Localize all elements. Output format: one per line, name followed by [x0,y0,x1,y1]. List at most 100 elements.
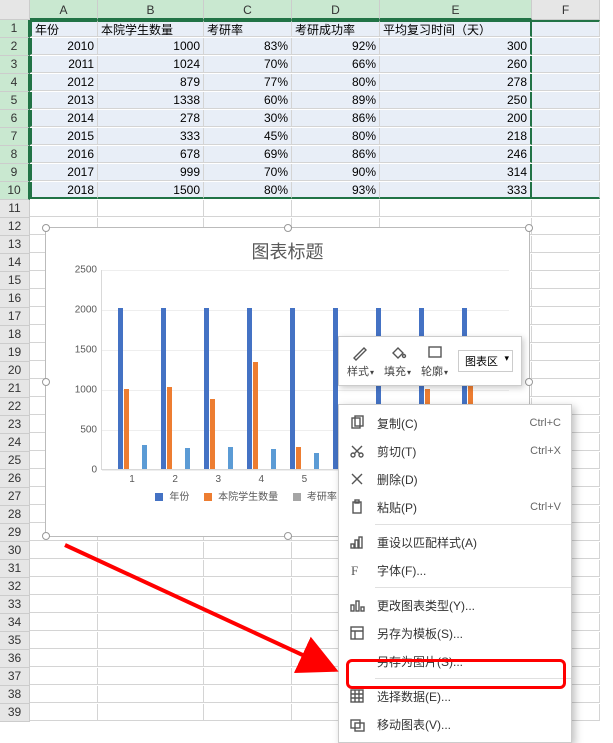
row-header-23[interactable]: 23 [0,416,30,434]
cell-C33[interactable] [204,596,292,613]
cell-A33[interactable] [30,596,98,613]
bar[interactable] [210,399,215,469]
cell-C9[interactable]: 70% [204,164,292,181]
bar[interactable] [167,387,172,469]
cell-A5[interactable]: 2013 [30,92,98,109]
cell-F13[interactable] [532,236,600,253]
cell-B7[interactable]: 333 [98,128,204,145]
col-header-A[interactable]: A [30,0,98,20]
bar[interactable] [253,362,258,469]
cell-C32[interactable] [204,578,292,595]
ctx-save-image[interactable]: 另存为图片(S)... [339,647,571,675]
cell-F18[interactable] [532,326,600,343]
resize-handle-tc[interactable] [284,224,292,232]
cell-C31[interactable] [204,560,292,577]
row-header-7[interactable]: 7 [0,128,30,146]
col-header-D[interactable]: D [292,0,380,20]
row-header-26[interactable]: 26 [0,470,30,488]
cell-F12[interactable] [532,218,600,235]
cell-B34[interactable] [98,614,204,631]
cell-E1[interactable]: 平均复习时间（天） [380,20,532,37]
ctx-reset-style[interactable]: 重设以匹配样式(A) [339,528,571,556]
cell-C10[interactable]: 80% [204,182,292,199]
cell-A31[interactable] [30,560,98,577]
cell-F3[interactable] [532,56,600,73]
row-header-38[interactable]: 38 [0,686,30,704]
row-header-13[interactable]: 13 [0,236,30,254]
cell-A35[interactable] [30,632,98,649]
ctx-copy[interactable]: 复制(C) Ctrl+C [339,409,571,437]
cell-B6[interactable]: 278 [98,110,204,127]
cell-B2[interactable]: 1000 [98,38,204,55]
cell-E8[interactable]: 246 [380,146,532,163]
bar[interactable] [271,449,276,469]
cell-A30[interactable] [30,542,98,559]
row-header-12[interactable]: 12 [0,218,30,236]
cell-E6[interactable]: 200 [380,110,532,127]
cell-B1[interactable]: 本院学生数量 [98,20,204,37]
cell-B36[interactable] [98,650,204,667]
cell-F16[interactable] [532,290,600,307]
ctx-paste[interactable]: 粘贴(P) Ctrl+V [339,493,571,521]
row-header-19[interactable]: 19 [0,344,30,362]
cell-B35[interactable] [98,632,204,649]
style-button[interactable]: 样式▾ [347,343,374,379]
cell-A11[interactable] [30,200,98,217]
cell-C2[interactable]: 83% [204,38,292,55]
cell-B3[interactable]: 1024 [98,56,204,73]
row-header-35[interactable]: 35 [0,632,30,650]
cell-F2[interactable] [532,38,600,55]
cell-C8[interactable]: 69% [204,146,292,163]
cell-F11[interactable] [532,200,600,217]
cell-A37[interactable] [30,668,98,685]
cell-E11[interactable] [380,200,532,217]
cell-F9[interactable] [532,164,600,181]
cell-B30[interactable] [98,542,204,559]
cell-A3[interactable]: 2011 [30,56,98,73]
bar[interactable] [296,447,301,469]
bar[interactable] [118,308,123,469]
cell-C38[interactable] [204,686,292,703]
cell-B10[interactable]: 1500 [98,182,204,199]
cell-F14[interactable] [532,254,600,271]
cell-F5[interactable] [532,92,600,109]
row-header-8[interactable]: 8 [0,146,30,164]
bar[interactable] [247,308,252,469]
col-header-F[interactable]: F [532,0,600,20]
cell-F15[interactable] [532,272,600,289]
cell-B31[interactable] [98,560,204,577]
cell-C39[interactable] [204,704,292,721]
cell-B38[interactable] [98,686,204,703]
col-header-C[interactable]: C [204,0,292,20]
ctx-font[interactable]: F 字体(F)... [339,556,571,584]
ctx-save-template[interactable]: 另存为模板(S)... [339,619,571,647]
cell-B9[interactable]: 999 [98,164,204,181]
cell-E2[interactable]: 300 [380,38,532,55]
row-header-33[interactable]: 33 [0,596,30,614]
cell-F17[interactable] [532,308,600,325]
cell-A39[interactable] [30,704,98,721]
cell-C7[interactable]: 45% [204,128,292,145]
cell-A6[interactable]: 2014 [30,110,98,127]
fill-button[interactable]: 填充▾ [384,343,411,379]
col-header-E[interactable]: E [380,0,532,20]
cell-D11[interactable] [292,200,380,217]
cell-B4[interactable]: 879 [98,74,204,91]
cell-F4[interactable] [532,74,600,91]
cell-F10[interactable] [532,182,600,199]
cell-C4[interactable]: 77% [204,74,292,91]
cell-B33[interactable] [98,596,204,613]
cell-D8[interactable]: 86% [292,146,380,163]
cell-A9[interactable]: 2017 [30,164,98,181]
cell-A2[interactable]: 2010 [30,38,98,55]
cell-C30[interactable] [204,542,292,559]
bar[interactable] [142,445,147,469]
cell-D3[interactable]: 66% [292,56,380,73]
cell-F21[interactable] [532,380,600,397]
bar[interactable] [124,389,129,469]
row-header-4[interactable]: 4 [0,74,30,92]
cell-D2[interactable]: 92% [292,38,380,55]
cell-A34[interactable] [30,614,98,631]
cell-C6[interactable]: 30% [204,110,292,127]
cell-A8[interactable]: 2016 [30,146,98,163]
